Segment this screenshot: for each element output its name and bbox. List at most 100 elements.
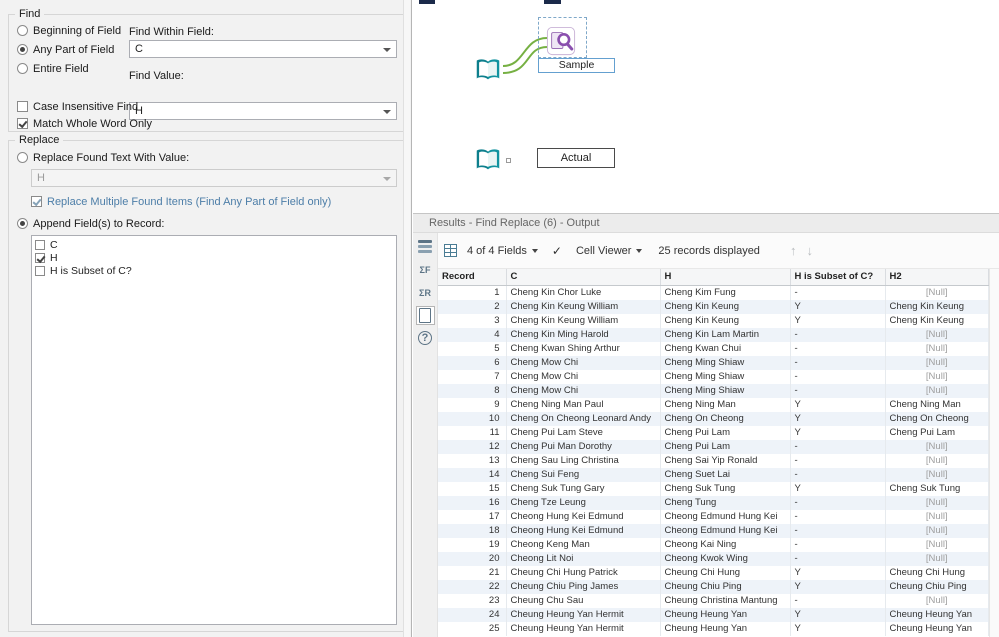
field-list-item[interactable]: C	[35, 238, 396, 251]
table-cell: [Null]	[885, 369, 989, 384]
table-row[interactable]: 13 Cheng Sau Ling Christina Cheng Sai Yip …	[438, 453, 989, 468]
column-header-record[interactable]: Record	[438, 269, 507, 286]
metadata-f-view-icon[interactable]	[416, 260, 435, 279]
checkbox-icon[interactable]	[17, 101, 28, 112]
connection-wires	[502, 37, 548, 74]
checkbox-replace-multiple: Replace Multiple Found Items (Find Any P…	[31, 195, 331, 208]
checkbox-case-insensitive[interactable]: Case Insensitive Find	[17, 100, 138, 113]
table-row[interactable]: 4 Cheng Kin Ming Harold Cheng Kin Lam Mart…	[438, 327, 989, 342]
table-row[interactable]: 25 Cheung Heung Yan Hermit Cheung Heung Ya…	[438, 621, 989, 636]
table-cell: Cheng Kin Keung William	[506, 313, 661, 328]
workflow-canvas[interactable]: Sample Actual	[413, 0, 999, 213]
table-cell: Y	[790, 313, 886, 328]
table-row[interactable]: 2 Cheng Kin Keung William Cheng Kin Keung Y…	[438, 299, 989, 314]
scroll-up-icon[interactable]	[790, 243, 797, 258]
table-cell: Cheng Kin Keung	[885, 299, 989, 314]
column-header-h2[interactable]: H2	[885, 269, 989, 286]
table-cell: Cheng Suet Lai	[660, 467, 791, 482]
field-list-item[interactable]: H is Subset of C?	[35, 264, 396, 277]
field-list-item[interactable]: H	[35, 251, 396, 264]
radio-entire-field[interactable]: Entire Field	[17, 62, 89, 75]
table-row[interactable]: 12 Cheng Pui Man Dorothy Cheng Pui Lam - [Nu…	[438, 439, 989, 454]
table-row[interactable]: 23 Cheung Chu Sau Cheung Christina Mantung…	[438, 593, 989, 608]
find-replace-tool[interactable]	[546, 26, 576, 56]
table-row[interactable]: 18 Cheong Hung Kei Edmund Cheong Edmund Hu…	[438, 523, 989, 538]
table-cell: Cheung Christina Mantung	[660, 593, 791, 608]
table-row[interactable]: 19 Cheong Keng Man Cheong Kai Ning - [Null]	[438, 537, 989, 552]
table-cell: Cheung Chiu Ping James	[506, 579, 661, 594]
output-view-icon[interactable]	[415, 306, 435, 325]
fields-dropdown[interactable]: 4 of 4 Fields	[467, 245, 538, 257]
results-panel: Results - Find Replace (6) - Output ΣF Σ…	[413, 213, 999, 637]
table-row[interactable]: 14 Cheng Sui Feng Cheng Suet Lai - [Null]	[438, 467, 989, 482]
results-scrollbar[interactable]	[989, 269, 999, 637]
find-within-field-dropdown[interactable]: C	[129, 40, 397, 58]
input-data-tool-actual[interactable]	[473, 145, 503, 175]
scroll-down-icon[interactable]	[806, 243, 813, 258]
column-header-h-is-subset-of-c-[interactable]: H is Subset of C?	[790, 269, 886, 286]
table-row[interactable]: 21 Cheung Chi Hung Patrick Cheung Chi Hung…	[438, 565, 989, 580]
input-data-tool-sample[interactable]	[473, 55, 503, 85]
field-checkbox-icon[interactable]	[35, 252, 45, 263]
radio-any-part-of-field[interactable]: Any Part of Field	[17, 43, 114, 56]
table-row[interactable]: 17 Cheong Hung Kei Edmund Cheong Edmund Hu…	[438, 509, 989, 524]
cell-viewer-dropdown[interactable]: Cell Viewer	[576, 245, 643, 257]
radio-icon[interactable]	[17, 44, 28, 55]
radio-beginning-of-field[interactable]: Beginning of Field	[17, 24, 121, 37]
radio-append-fields[interactable]: Append Field(s) to Record:	[17, 217, 164, 230]
table-row[interactable]: 22 Cheung Chiu Ping James Cheung Chiu Ping…	[438, 579, 989, 594]
table-row[interactable]: 15 Cheng Suk Tung Gary Cheng Suk Tung Y Chen…	[438, 481, 989, 496]
table-row[interactable]: 5 Cheng Kwan Shing Arthur Cheng Kwan Chui -…	[438, 341, 989, 356]
checkbox-icon	[31, 196, 42, 207]
table-row[interactable]: 6 Cheng Mow Chi Cheng Ming Shiaw - [Null]	[438, 355, 989, 370]
table-grid-icon[interactable]	[444, 244, 457, 257]
table-row[interactable]: 10 Cheng On Cheong Leonard Andy Cheng On C…	[438, 411, 989, 426]
radio-icon[interactable]	[17, 218, 28, 229]
table-row[interactable]: 11 Cheng Pui Lam Steve Cheng Pui Lam Y Cheng…	[438, 425, 989, 440]
radio-icon[interactable]	[17, 25, 28, 36]
checkbox-icon[interactable]	[17, 118, 28, 129]
table-cell: Cheung Chi Hung	[660, 565, 791, 580]
table-row[interactable]: 3 Cheng Kin Keung William Cheng Kin Keung Y…	[438, 313, 989, 328]
config-scrollbar[interactable]	[403, 0, 410, 637]
connection-anchor[interactable]	[506, 158, 511, 163]
radio-icon[interactable]	[17, 152, 28, 163]
radio-replace-found-text[interactable]: Replace Found Text With Value:	[17, 151, 189, 164]
checkbox-label: Match Whole Word Only	[33, 117, 153, 130]
apply-check-icon[interactable]	[552, 244, 562, 258]
table-cell: Y	[790, 411, 886, 426]
radio-icon[interactable]	[17, 63, 28, 74]
table-cell: Cheung Heung Yan	[885, 607, 989, 622]
table-cell: Cheng Ming Shiaw	[660, 355, 791, 370]
help-icon[interactable]	[418, 331, 432, 345]
table-row[interactable]: 24 Cheung Heung Yan Hermit Cheung Heung Ya…	[438, 607, 989, 622]
radio-label: Replace Found Text With Value:	[33, 151, 190, 164]
metadata-r-view-icon[interactable]	[416, 283, 435, 302]
table-row[interactable]: 16 Cheng Tze Leung Cheng Tung - [Null]	[438, 495, 989, 510]
table-row[interactable]: 7 Cheng Mow Chi Cheng Ming Shiaw - [Null]	[438, 369, 989, 384]
table-cell: [Null]	[885, 593, 989, 608]
table-row[interactable]: 8 Cheng Mow Chi Cheng Ming Shiaw - [Null]	[438, 383, 989, 398]
table-row[interactable]: 9 Cheng Ning Man Paul Cheng Ning Man Y Cheng…	[438, 397, 989, 412]
table-row[interactable]: 1 Cheng Kin Chor Luke Cheng Kim Fung - [Null…	[438, 285, 989, 300]
field-checkbox-icon[interactable]	[35, 265, 45, 276]
sample-annotation[interactable]: Sample	[538, 58, 615, 73]
table-row[interactable]: 20 Cheong Lit Noi Cheong Kwok Wing - [Null]	[438, 551, 989, 566]
table-cell: Cheng On Cheong	[660, 411, 791, 426]
column-header-h[interactable]: H	[660, 269, 791, 286]
table-cell: Cheung Heung Yan Hermit	[506, 621, 661, 636]
checkbox-match-whole-word[interactable]: Match Whole Word Only	[17, 117, 152, 130]
actual-annotation[interactable]: Actual	[537, 148, 615, 168]
replace-group-label: Replace	[15, 134, 64, 146]
table-cell: [Null]	[885, 341, 989, 356]
data-view-icon[interactable]	[416, 237, 435, 256]
append-fields-list[interactable]: CHH is Subset of C?	[31, 235, 397, 625]
table-cell: Cheng Suk Tung	[660, 481, 791, 496]
find-replace-config-panel: Find Beginning of Field Any Part of Fiel…	[0, 0, 412, 637]
find-value-dropdown[interactable]: H	[129, 102, 397, 120]
results-table-container: Record C H H is Subset of C? H2 1 Cheng Kin C…	[438, 269, 989, 637]
table-cell: Cheng Suk Tung	[885, 481, 989, 496]
radio-label: Entire Field	[33, 62, 89, 75]
column-header-c[interactable]: C	[506, 269, 661, 286]
field-checkbox-icon[interactable]	[35, 239, 45, 250]
